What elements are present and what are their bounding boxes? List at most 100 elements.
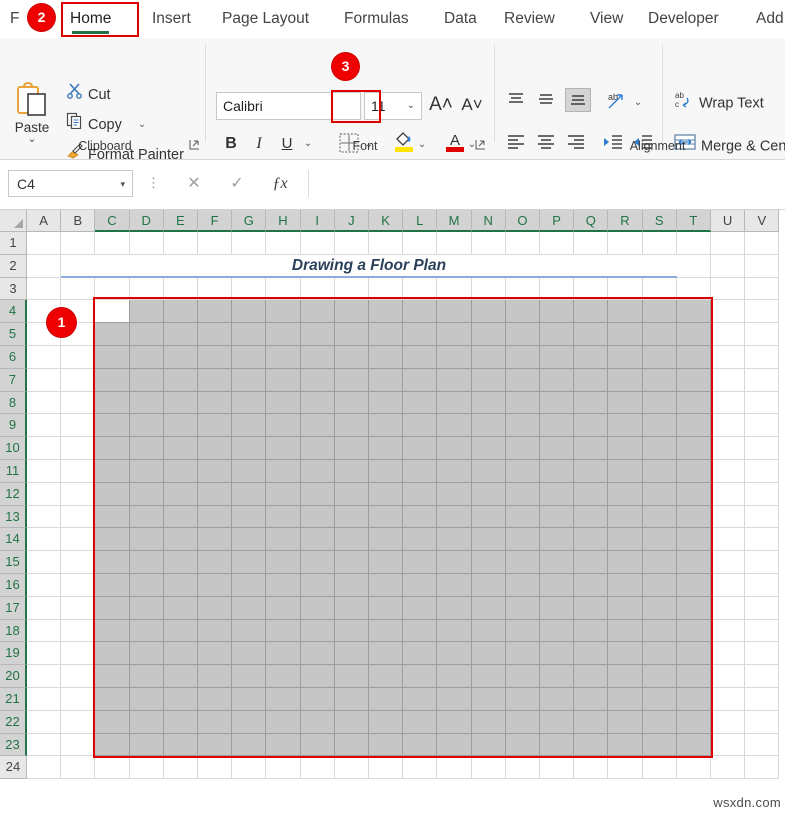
cell-D18[interactable] [129,619,164,643]
cell-I4[interactable] [300,300,335,324]
cell-F17[interactable] [198,596,233,620]
cell-U21[interactable] [711,688,746,711]
cell-U7[interactable] [711,368,746,392]
column-header-A[interactable]: A [27,210,62,232]
cell-M11[interactable] [437,460,472,483]
cell-O8[interactable] [505,391,540,415]
row-header-14[interactable]: 14 [0,528,27,552]
cell-U10[interactable] [711,437,746,460]
cell-V8[interactable] [745,391,780,415]
cell-F7[interactable] [198,368,233,392]
cell-A15[interactable] [27,551,62,574]
cell-M4[interactable] [437,300,472,324]
cell-N22[interactable] [471,710,506,734]
cell-E7[interactable] [163,368,198,392]
cell-D19[interactable] [129,642,164,666]
cell-T24[interactable] [676,756,711,780]
cell-B22[interactable] [61,710,96,734]
cell-L4[interactable] [403,300,438,324]
cell-O1[interactable] [505,232,540,255]
cell-B3[interactable] [61,277,96,301]
cell-N23[interactable] [471,733,506,757]
cell-M3[interactable] [437,277,472,301]
cell-D5[interactable] [129,323,164,346]
cell-J9[interactable] [334,414,369,438]
cell-R12[interactable] [608,482,643,506]
merged-title-cell[interactable]: Drawing a Floor Plan [61,254,677,278]
cell-C11[interactable] [95,460,130,483]
cell-V9[interactable] [745,414,780,438]
cell-A21[interactable] [27,688,62,711]
cell-C14[interactable] [95,528,130,552]
cell-S14[interactable] [642,528,677,552]
cell-D17[interactable] [129,596,164,620]
cell-L9[interactable] [403,414,438,438]
cell-E22[interactable] [163,710,198,734]
cell-M7[interactable] [437,368,472,392]
cell-T8[interactable] [676,391,711,415]
cell-S21[interactable] [642,688,677,711]
cell-K23[interactable] [369,733,404,757]
cell-O7[interactable] [505,368,540,392]
cell-S13[interactable] [642,505,677,529]
cell-O9[interactable] [505,414,540,438]
cell-K7[interactable] [369,368,404,392]
cell-J22[interactable] [334,710,369,734]
cell-P14[interactable] [540,528,575,552]
cell-R16[interactable] [608,574,643,597]
cell-R10[interactable] [608,437,643,460]
cell-C18[interactable] [95,619,130,643]
cell-J11[interactable] [334,460,369,483]
row-header-19[interactable]: 19 [0,642,27,666]
cell-K4[interactable] [369,300,404,324]
column-header-M[interactable]: M [437,210,472,232]
align-middle-button[interactable] [535,89,559,111]
cell-I14[interactable] [300,528,335,552]
row-header-21[interactable]: 21 [0,688,27,711]
cell-N9[interactable] [471,414,506,438]
cell-E3[interactable] [163,277,198,301]
cell-G22[interactable] [232,710,267,734]
cell-T22[interactable] [676,710,711,734]
cell-T12[interactable] [676,482,711,506]
cell-B19[interactable] [61,642,96,666]
cell-S16[interactable] [642,574,677,597]
cell-K6[interactable] [369,346,404,369]
cell-C17[interactable] [95,596,130,620]
cell-V17[interactable] [745,596,780,620]
cell-J13[interactable] [334,505,369,529]
cell-B14[interactable] [61,528,96,552]
cell-H24[interactable] [266,756,301,780]
cell-N4[interactable] [471,300,506,324]
cell-C13[interactable] [95,505,130,529]
cell-H1[interactable] [266,232,301,255]
font-size-chevron[interactable]: ⌄ [407,93,415,119]
cell-B11[interactable] [61,460,96,483]
cell-D13[interactable] [129,505,164,529]
cell-R4[interactable] [608,300,643,324]
cell-F14[interactable] [198,528,233,552]
cut-button[interactable]: Cut [66,82,111,108]
cell-S19[interactable] [642,642,677,666]
column-header-R[interactable]: R [608,210,643,232]
cell-T20[interactable] [676,665,711,688]
cell-K13[interactable] [369,505,404,529]
column-header-F[interactable]: F [198,210,233,232]
cell-G24[interactable] [232,756,267,780]
cell-F9[interactable] [198,414,233,438]
cell-T14[interactable] [676,528,711,552]
cell-J24[interactable] [334,756,369,780]
cell-R17[interactable] [608,596,643,620]
cell-Q10[interactable] [574,437,609,460]
cell-R20[interactable] [608,665,643,688]
cell-I20[interactable] [300,665,335,688]
cell-Q13[interactable] [574,505,609,529]
cell-I7[interactable] [300,368,335,392]
cell-A6[interactable] [27,346,62,369]
cell-P22[interactable] [540,710,575,734]
cell-C3[interactable] [95,277,130,301]
cell-A14[interactable] [27,528,62,552]
worksheet-grid[interactable]: ABCDEFGHIJKLMNOPQRSTUV 1 2 3 4 5 6 7 8 9 10 11 12 13… [0,210,785,816]
cell-P13[interactable] [540,505,575,529]
cell-R6[interactable] [608,346,643,369]
